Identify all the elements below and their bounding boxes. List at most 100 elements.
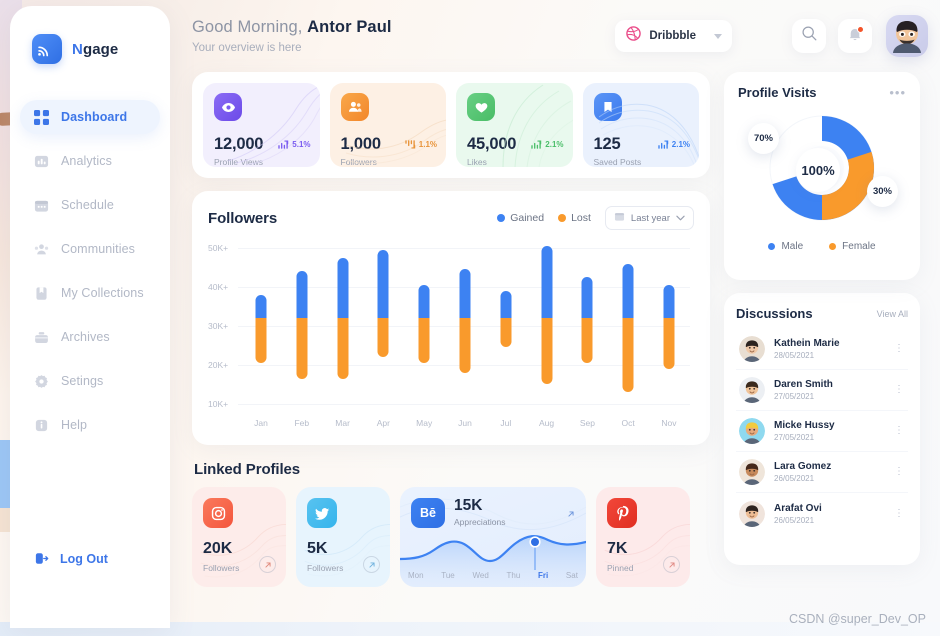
discussion-date: 26/05/2021 bbox=[774, 474, 815, 483]
sidebar-item-analytics[interactable]: Analytics bbox=[20, 144, 160, 178]
sidebar-item-dashboard[interactable]: Dashboard bbox=[20, 100, 160, 134]
chart-x-label: Feb bbox=[294, 418, 310, 428]
user-name: Antor Paul bbox=[307, 18, 392, 36]
chart-bar-column[interactable] bbox=[609, 238, 647, 402]
discussion-name: Arafat Ovi bbox=[774, 502, 822, 514]
notifications-button[interactable] bbox=[838, 19, 872, 53]
chart-bar-column[interactable] bbox=[446, 238, 484, 402]
discussions-list: Kathein Marie 28/05/2021 ⋮ Daren Smith 27/05… bbox=[736, 329, 908, 534]
arrow-up-right-icon[interactable] bbox=[259, 556, 276, 573]
briefcase-icon bbox=[34, 330, 49, 345]
search-button[interactable] bbox=[792, 19, 826, 53]
chart-bar-column[interactable] bbox=[364, 238, 402, 402]
sidebar-item-help[interactable]: Help bbox=[20, 408, 160, 442]
chart-bar bbox=[500, 290, 512, 348]
chart-bar-lost bbox=[581, 318, 593, 364]
more-vertical-icon[interactable]: ⋮ bbox=[894, 385, 904, 395]
discussions-title: Discussions bbox=[736, 306, 813, 321]
donut-label-female: 30% bbox=[867, 176, 898, 207]
sidebar-item-archives[interactable]: Archives bbox=[20, 320, 160, 354]
trend-up-icon bbox=[278, 140, 289, 149]
chart-bar-column[interactable] bbox=[405, 238, 443, 402]
discussion-name: Lara Gomez bbox=[774, 461, 832, 472]
chart-bar-column[interactable] bbox=[487, 238, 525, 402]
linked-profile-twitter[interactable]: 5K Followers bbox=[296, 487, 390, 587]
main-area: Good Morning, Antor Paul Your overview i… bbox=[178, 0, 940, 636]
more-vertical-icon[interactable]: ⋮ bbox=[894, 467, 904, 477]
avatar bbox=[739, 459, 765, 485]
content-columns: 12,000 Profile Views 5.1% 1,000 Follower… bbox=[178, 72, 940, 587]
profile-visits-card: Profile Visits ••• 100% 70% 30% Male Fem… bbox=[724, 72, 920, 280]
discussion-name: Kathein Marie bbox=[774, 338, 840, 349]
sidebar-item-settings[interactable]: Setings bbox=[20, 364, 160, 398]
chart-bar-column[interactable] bbox=[242, 238, 280, 402]
stat-card-profile-views[interactable]: 12,000 Profile Views 5.1% bbox=[203, 83, 320, 167]
behance-day-label: Mon bbox=[408, 571, 424, 580]
profile-visits-title: Profile Visits bbox=[738, 85, 817, 100]
chart-bar-column[interactable] bbox=[650, 238, 688, 402]
discussion-date: 27/05/2021 bbox=[774, 433, 815, 442]
discussion-date: 26/05/2021 bbox=[774, 515, 815, 525]
chevron-down-icon bbox=[676, 215, 685, 221]
app-logo[interactable]: Ngage bbox=[10, 28, 170, 70]
chart-x-label: May bbox=[416, 418, 433, 428]
left-column: 12,000 Profile Views 5.1% 1,000 Follower… bbox=[192, 72, 710, 587]
arrow-up-right-icon[interactable] bbox=[663, 556, 680, 573]
source-label: Dribbble bbox=[649, 30, 696, 42]
linked-profile-instagram[interactable]: 20K Followers bbox=[192, 487, 286, 587]
arrow-up-right-icon[interactable] bbox=[363, 556, 380, 573]
profile-visits-header: Profile Visits ••• bbox=[738, 85, 906, 100]
calendar-icon bbox=[614, 211, 625, 225]
chart-bar bbox=[622, 263, 634, 393]
user-avatar-button[interactable] bbox=[886, 15, 928, 57]
stat-card-followers[interactable]: 1,000 Followers 1.1% bbox=[329, 83, 446, 167]
behance-day-label: Tue bbox=[441, 571, 455, 580]
chart-header: Followers Gained Lost Last year bbox=[208, 206, 694, 230]
chart-bar-lost bbox=[622, 318, 634, 393]
logout-button[interactable]: Log Out bbox=[20, 551, 108, 566]
stat-change: 2.1% bbox=[658, 140, 690, 149]
arrow-up-right-icon[interactable] bbox=[567, 505, 575, 523]
discussion-text: Micke Hussy 27/05/2021 bbox=[774, 420, 835, 442]
chart-bar-column[interactable] bbox=[324, 238, 362, 402]
discussion-item[interactable]: Kathein Marie 28/05/2021 ⋮ bbox=[736, 329, 908, 370]
sidebar-item-schedule[interactable]: Schedule bbox=[20, 188, 160, 222]
more-horizontal-icon[interactable]: ••• bbox=[889, 85, 906, 100]
more-vertical-icon[interactable]: ⋮ bbox=[894, 426, 904, 436]
linked-profile-value: 7K bbox=[607, 540, 628, 557]
linked-profile-pinterest[interactable]: 7K Pinned bbox=[596, 487, 690, 587]
chart-bar-column[interactable] bbox=[283, 238, 321, 402]
donut-legend-male: Male bbox=[768, 241, 803, 252]
sidebar-item-label: Analytics bbox=[61, 154, 112, 168]
discussion-name: Micke Hussy bbox=[774, 420, 835, 431]
sidebar-item-my-collections[interactable]: My Collections bbox=[20, 276, 160, 310]
chart-bar-gained bbox=[418, 285, 430, 319]
more-vertical-icon[interactable]: ⋮ bbox=[894, 508, 904, 518]
discussion-item[interactable]: Lara Gomez 26/05/2021 ⋮ bbox=[736, 452, 908, 493]
linked-profile-label: Followers bbox=[203, 563, 240, 573]
linked-profile-value: 20K bbox=[203, 540, 233, 557]
sidebar-item-communities[interactable]: Communities bbox=[20, 232, 160, 266]
discussion-item[interactable]: Micke Hussy 27/05/2021 ⋮ bbox=[736, 411, 908, 452]
chart-bar-gained bbox=[296, 271, 308, 319]
chart-bar-column[interactable] bbox=[568, 238, 606, 402]
donut-chart: 100% 70% 30% bbox=[738, 104, 906, 232]
stat-card-saved-posts[interactable]: 125 Saved Posts 2.1% bbox=[582, 83, 699, 167]
stat-decoration bbox=[599, 103, 699, 167]
chart-bar-column[interactable] bbox=[528, 238, 566, 402]
y-tick-label: 50K+ bbox=[208, 243, 229, 253]
stat-decoration bbox=[502, 84, 573, 167]
linked-profile-behance[interactable]: Bē 15K Appreciations Mon Tue Wed Thu Fri Sat bbox=[400, 487, 586, 587]
stat-card-likes[interactable]: 45,000 Likes 2.1% bbox=[456, 83, 573, 167]
view-all-link[interactable]: View All bbox=[877, 309, 908, 319]
more-vertical-icon[interactable]: ⋮ bbox=[894, 344, 904, 354]
discussion-item[interactable]: Arafat Ovi 26/05/2021 ⋮ bbox=[736, 493, 908, 534]
chart-bar-gained bbox=[541, 246, 553, 319]
stat-change-value: 5.1% bbox=[292, 140, 311, 149]
source-select-dribbble[interactable]: Dribbble bbox=[615, 20, 732, 52]
chart-x-label: Aug bbox=[539, 418, 555, 428]
bookmark-icon bbox=[34, 286, 49, 301]
discussion-item[interactable]: Daren Smith 27/05/2021 ⋮ bbox=[736, 370, 908, 411]
donut-label-male: 70% bbox=[748, 123, 779, 154]
range-select[interactable]: Last year bbox=[604, 206, 694, 230]
